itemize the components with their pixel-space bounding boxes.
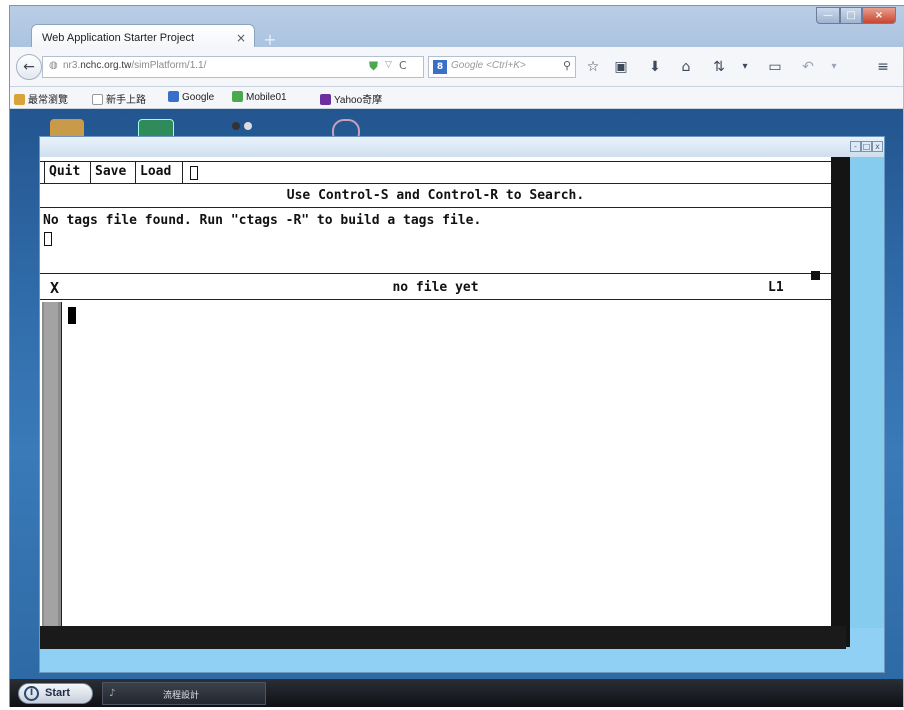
sync-dropdown-icon[interactable]: ▾ [734, 56, 756, 78]
status-filename: no file yet [392, 280, 479, 295]
command-input-cursor[interactable] [44, 232, 52, 246]
taskbar: I Start ♪ 流程設計 [10, 679, 903, 707]
taskbar-item[interactable]: ♪ 流程設計 [102, 682, 266, 705]
editor-terminal: Quit Save Load Use Control-S and Control… [40, 157, 846, 647]
terminal-border-right [831, 157, 850, 647]
mobile01-icon [232, 91, 243, 102]
window-side-panel [846, 157, 884, 628]
taskbar-item-label: 流程設計 [163, 690, 200, 700]
reload-icon[interactable]: C [399, 59, 407, 72]
site-identity-icon[interactable]: ◍ [49, 60, 58, 71]
search-engine-icon[interactable]: 8 [433, 60, 447, 74]
home-icon[interactable]: ⌂ [675, 56, 697, 78]
undo-dropdown-icon[interactable]: ▾ [823, 56, 845, 78]
status-line-number: L1 [768, 280, 784, 295]
bookmark-getting-started[interactable]: 新手上路 [92, 91, 146, 106]
search-icon[interactable]: ⚲ [563, 59, 571, 72]
tab-title: Web Application Starter Project [42, 32, 195, 44]
page-icon [92, 94, 103, 105]
start-label: Start [45, 687, 71, 699]
bookmark-most-visited[interactable]: 最常瀏覽 [14, 91, 68, 106]
app-minimize-button[interactable]: - [850, 141, 861, 152]
scrollbar-thumb[interactable] [44, 302, 58, 646]
app-icon: ♪ [109, 688, 116, 699]
bookmarks-toolbar: 最常瀏覽 新手上路 Google Mobile01 Yahoo奇摩 [10, 87, 903, 109]
message-line: No tags file found. Run "ctags -R" to bu… [43, 213, 482, 228]
star-icon[interactable]: ☆ [582, 56, 604, 78]
navigation-toolbar: ← ◍ nr3.nchc.org.tw/simPlatform/1.1/ ⛊ ▽… [10, 47, 903, 87]
url-dropdown-icon[interactable]: ▽ [385, 60, 392, 70]
search-bar[interactable]: 8 Google <Ctrl+K> ⚲ [428, 56, 576, 78]
bookmarks-menu-icon[interactable]: ▣ [610, 56, 632, 78]
load-button[interactable]: Load [136, 161, 183, 183]
yahoo-icon [320, 94, 331, 105]
menu-icon[interactable]: ≡ [872, 56, 894, 78]
chat-icon[interactable]: ▭ [764, 56, 786, 78]
close-tab-icon[interactable]: × [236, 31, 246, 45]
menu-input-cursor[interactable] [190, 166, 198, 180]
back-icon[interactable]: ← [16, 54, 42, 80]
power-icon: I [24, 686, 39, 701]
app-window-titlebar[interactable]: - □ x [40, 137, 884, 158]
bookmark-mobile01[interactable]: Mobile01 [232, 91, 287, 103]
window-controls: — □ × [816, 7, 896, 25]
shield-icon[interactable]: ⛊ [369, 59, 378, 74]
app-maximize-button[interactable]: □ [861, 141, 872, 152]
google-icon [168, 91, 179, 102]
start-button[interactable]: I Start [18, 683, 93, 704]
bookmark-icon [14, 94, 25, 105]
app-window: - □ x Quit Save Load Use Control-S and C… [39, 136, 885, 673]
save-button[interactable]: Save [91, 161, 136, 183]
sync-icon[interactable]: ⇅ [708, 56, 730, 78]
quit-button[interactable]: Quit [44, 161, 91, 183]
bookmark-google[interactable]: Google [168, 91, 214, 103]
minimize-button[interactable]: — [816, 7, 840, 24]
search-hint: Use Control-S and Control-R to Search. [286, 188, 585, 203]
download-icon[interactable]: ⬇ [644, 56, 666, 78]
search-placeholder: Google <Ctrl+K> [451, 60, 526, 71]
close-window-button[interactable]: × [862, 7, 896, 24]
app-close-button[interactable]: x [872, 141, 883, 152]
url-bar[interactable]: ◍ nr3.nchc.org.tw/simPlatform/1.1/ ⛊ ▽ C [42, 56, 424, 78]
url-text: nr3.nchc.org.tw/simPlatform/1.1/ [63, 60, 207, 71]
bookmark-yahoo[interactable]: Yahoo奇摩 [320, 91, 382, 106]
edit-area[interactable] [63, 302, 831, 646]
undo-icon[interactable]: ↶ [797, 56, 819, 78]
maximize-button[interactable]: □ [840, 7, 862, 24]
terminal-border-bottom [40, 626, 846, 649]
web-desktop: - □ x Quit Save Load Use Control-S and C… [10, 109, 903, 679]
